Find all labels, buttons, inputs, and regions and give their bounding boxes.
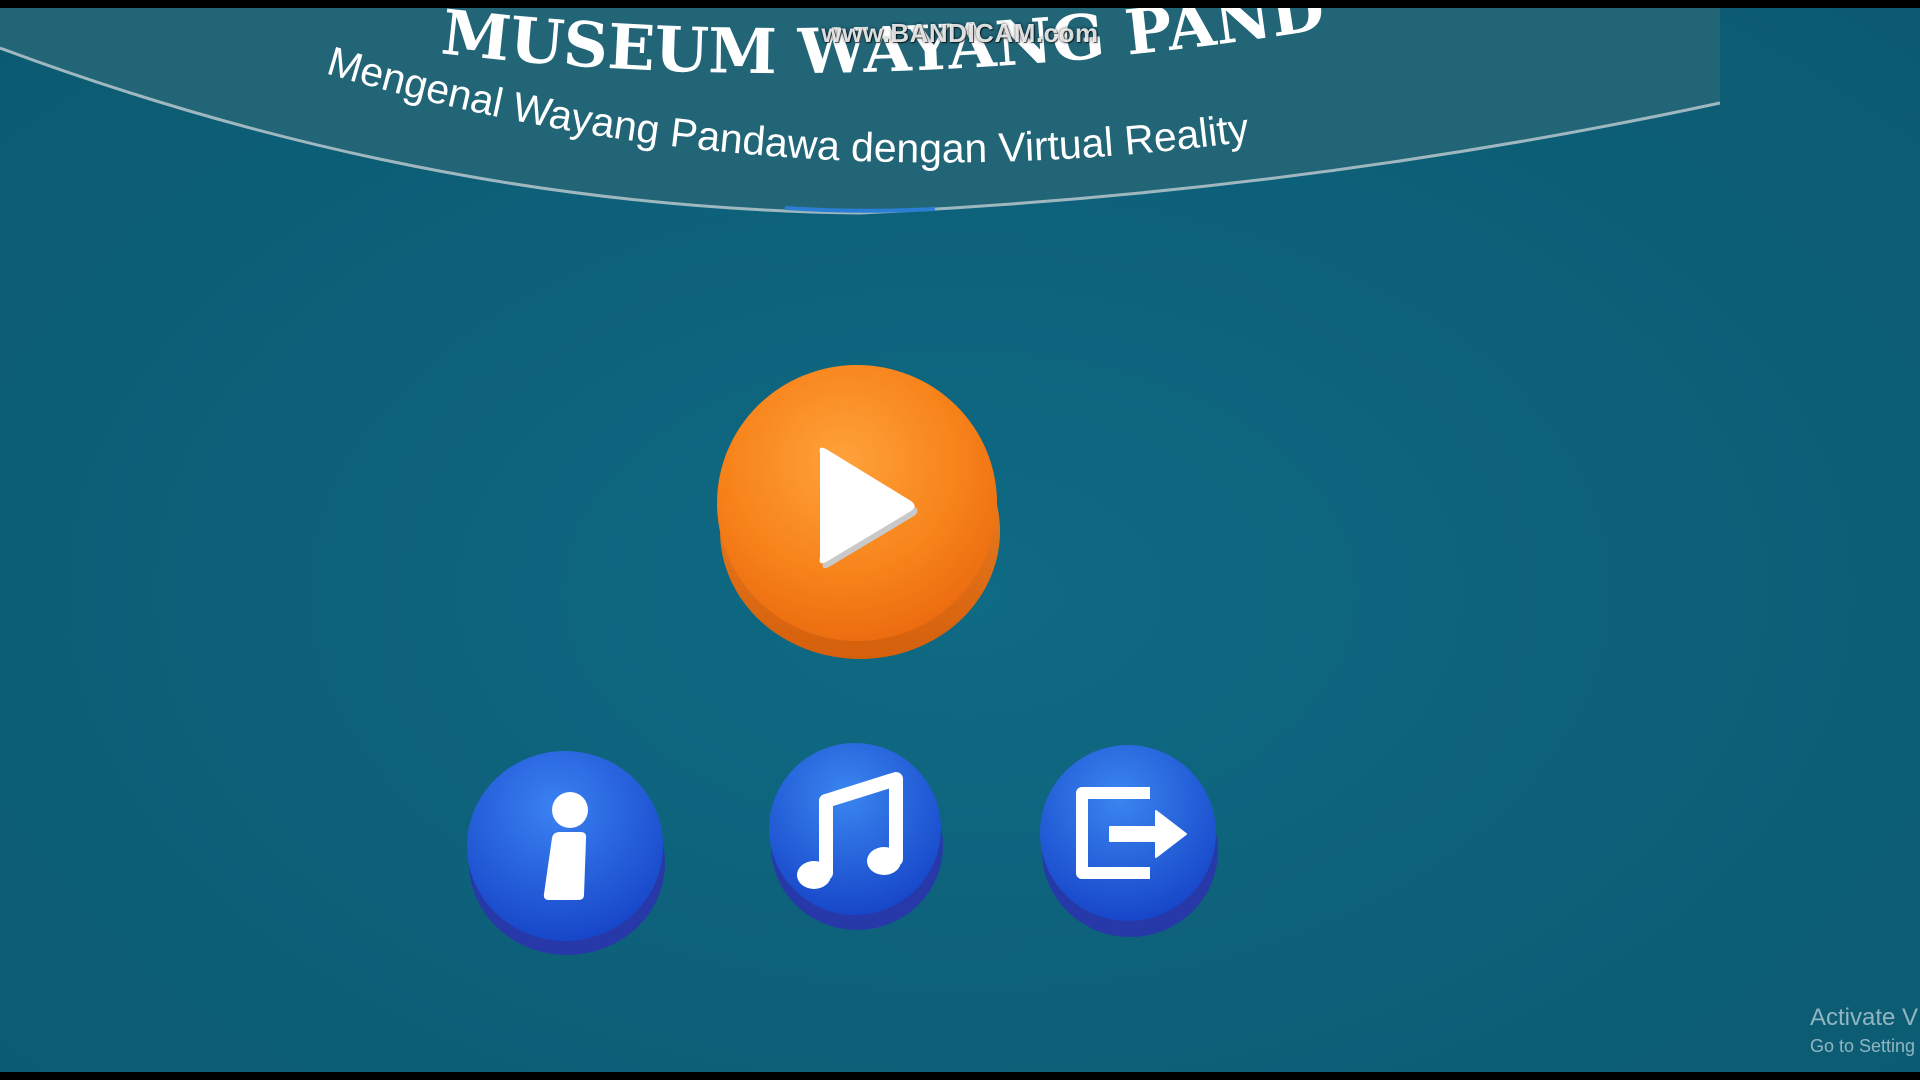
music-button-face [769, 743, 941, 915]
vr-scene: MUSEUM WAYANG PANDAWA Mengenal Wayang Pa… [0, 8, 1920, 1072]
activate-line-2: Go to Setting [1810, 1036, 1916, 1056]
music-button[interactable] [768, 741, 948, 941]
activate-line-1: Activate V [1810, 1004, 1919, 1031]
screen: MUSEUM WAYANG PANDAWA Mengenal Wayang Pa… [0, 0, 1920, 1080]
exit-button[interactable] [1038, 741, 1223, 946]
play-button[interactable] [715, 363, 1005, 673]
bandicam-watermark: www.BANDICAM.com [821, 18, 1099, 48]
info-button[interactable] [465, 748, 670, 963]
activate-windows-notice: Activate V Go to Setting [1810, 1003, 1918, 1059]
